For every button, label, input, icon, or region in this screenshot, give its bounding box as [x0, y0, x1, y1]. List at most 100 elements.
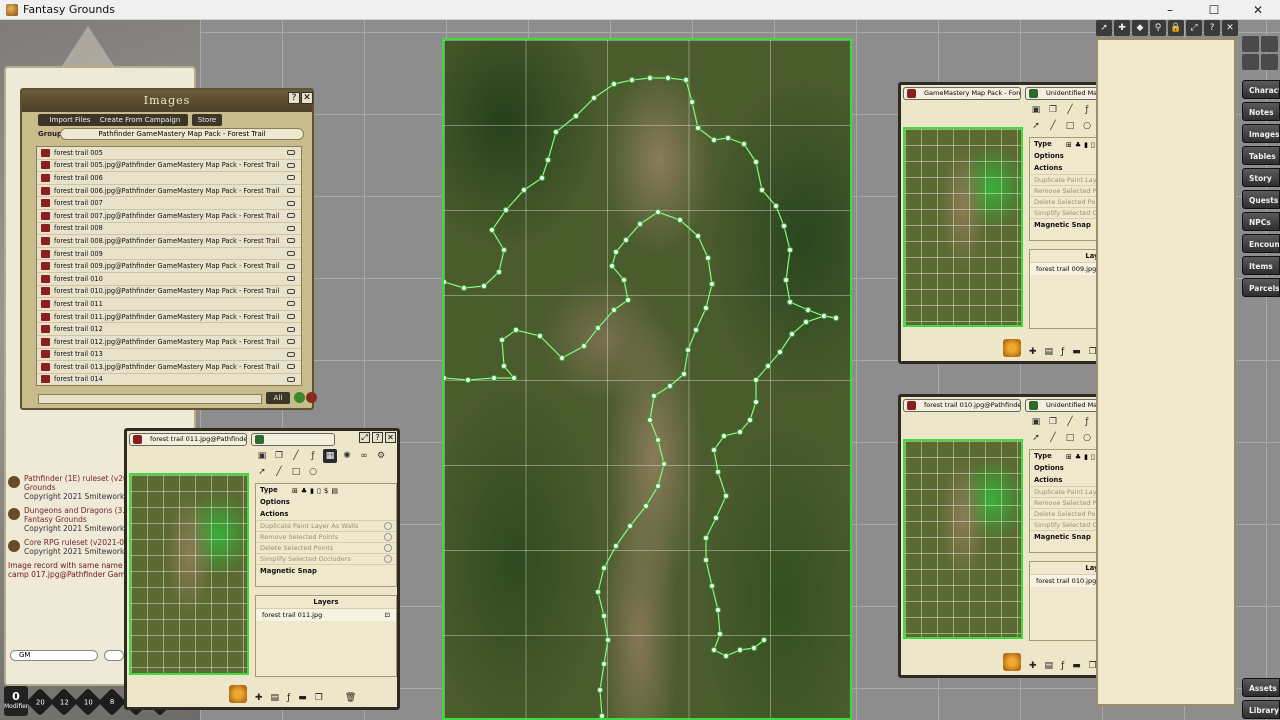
add-layer-icon[interactable]: ✚: [1029, 347, 1037, 357]
occluder-point[interactable]: [610, 80, 618, 88]
occluder-point[interactable]: [490, 374, 498, 382]
add-layer-icon[interactable]: ✚: [1029, 661, 1037, 671]
map-editor-window[interactable]: forest trail 011.jpg@Pathfinder Game⤢?✕ …: [124, 428, 400, 710]
image-list-item[interactable]: forest trail 006: [37, 172, 301, 185]
occluder-point[interactable]: [764, 362, 772, 370]
preview-icon[interactable]: [287, 301, 295, 307]
sidebar-tab-encounter[interactable]: Encounter: [1242, 234, 1280, 253]
occluder-point[interactable]: [660, 460, 668, 468]
occluder-point[interactable]: [604, 636, 612, 644]
circle-icon[interactable]: ○: [1080, 119, 1094, 133]
occluder-point[interactable]: [804, 306, 812, 314]
occluder-point[interactable]: [598, 712, 606, 718]
folder-icon[interactable]: ▬: [1072, 661, 1081, 671]
occluder-point[interactable]: [650, 392, 658, 400]
help-button[interactable]: ?: [288, 92, 300, 104]
occluder-point[interactable]: [760, 636, 768, 644]
occluder-point[interactable]: [488, 226, 496, 234]
occluder-point[interactable]: [720, 432, 728, 440]
occluder-point[interactable]: [620, 276, 628, 284]
occluder-point[interactable]: [684, 346, 692, 354]
occluder-point[interactable]: [444, 374, 448, 382]
occluder-point[interactable]: [594, 588, 602, 596]
sidebar-tool-icon[interactable]: [1242, 36, 1259, 52]
lock-icon[interactable]: ⊡: [385, 611, 390, 619]
preview-icon[interactable]: [287, 339, 295, 345]
add-icon[interactable]: [294, 392, 305, 403]
image-tab[interactable]: forest trail 010.jpg@Pathfinder Game: [903, 399, 1021, 412]
image-list[interactable]: forest trail 005 forest trail 005.jpg@Pat…: [36, 146, 302, 386]
preview-icon[interactable]: [287, 276, 295, 282]
sidebar-tool-icon[interactable]: [1261, 36, 1278, 52]
sidebar-tab-story[interactable]: Story: [1242, 168, 1280, 187]
target-tool-icon[interactable]: ✚: [1114, 20, 1130, 36]
light-icon[interactable]: ✺: [340, 449, 354, 463]
close-button[interactable]: ✕: [1236, 0, 1280, 20]
preview-icon[interactable]: [287, 200, 295, 206]
occluder-overlay[interactable]: [444, 40, 850, 718]
occluder-point[interactable]: [624, 296, 632, 304]
occluder-point[interactable]: [708, 280, 716, 288]
image-list-item[interactable]: forest trail 010.jpg@Pathfinder GameMast…: [37, 286, 301, 299]
copy-icon[interactable]: ❐: [272, 449, 286, 463]
occluder-point[interactable]: [498, 336, 506, 344]
mask-icon[interactable]: ∞: [357, 449, 371, 463]
map-preview[interactable]: [903, 439, 1023, 639]
image-list-item[interactable]: forest trail 013.jpg@Pathfinder GameMast…: [37, 361, 301, 374]
preview-icon[interactable]: [287, 376, 295, 382]
map-preview[interactable]: [903, 127, 1023, 327]
select-arrow-icon[interactable]: ➚: [255, 465, 269, 479]
delete-points-action[interactable]: Delete Selected Points: [256, 542, 396, 553]
occluder-point[interactable]: [688, 98, 696, 106]
occluder-point[interactable]: [600, 564, 608, 572]
search-input[interactable]: [38, 394, 262, 404]
occluder-point[interactable]: [680, 370, 688, 378]
settings-gear-icon[interactable]: [1003, 339, 1021, 357]
occluder-point[interactable]: [724, 134, 732, 142]
store-button[interactable]: Store: [192, 114, 222, 126]
occluder-point[interactable]: [736, 428, 744, 436]
occluder-point[interactable]: [772, 202, 780, 210]
select-arrow-icon[interactable]: ➚: [1029, 119, 1043, 133]
occluder-point[interactable]: [694, 232, 702, 240]
duplicate-walls-action[interactable]: Duplicate Paint Layer As Walls: [256, 520, 396, 531]
preview-icon[interactable]: [287, 288, 295, 294]
fx-icon[interactable]: ƒ: [1080, 415, 1094, 429]
image-list-item[interactable]: forest trail 011.jpg@Pathfinder GameMast…: [37, 311, 301, 324]
occluder-point[interactable]: [802, 318, 810, 326]
sidebar-tab-character[interactable]: Character: [1242, 80, 1280, 99]
window-type-icon[interactable]: $: [324, 487, 328, 495]
image-list-item[interactable]: forest trail 008: [37, 223, 301, 236]
occluder-point[interactable]: [788, 330, 796, 338]
preview-icon[interactable]: [287, 162, 295, 168]
pillar-type-icon[interactable]: ▮: [1084, 453, 1088, 461]
pillar-type-icon[interactable]: ▮: [310, 487, 314, 495]
map-preview[interactable]: [129, 473, 249, 675]
preview-icon[interactable]: [287, 225, 295, 231]
occluder-point[interactable]: [464, 376, 472, 384]
rectangle-icon[interactable]: □: [1063, 431, 1077, 445]
occluder-point[interactable]: [600, 660, 608, 668]
occluder-point[interactable]: [750, 644, 758, 652]
occluder-point[interactable]: [746, 416, 754, 424]
occluder-point[interactable]: [558, 354, 566, 362]
chat-mode-select[interactable]: [104, 650, 124, 661]
draw-line-icon[interactable]: ╱: [272, 465, 286, 479]
occluder-point[interactable]: [776, 348, 784, 356]
occluder-point[interactable]: [654, 208, 662, 216]
occluder-point[interactable]: [628, 76, 636, 84]
help-icon[interactable]: ?: [1204, 20, 1220, 36]
occluder-point[interactable]: [786, 298, 794, 306]
door-type-icon[interactable]: ▯: [1091, 453, 1095, 461]
image-name-tab[interactable]: [251, 433, 335, 446]
sidebar-tab-parcels[interactable]: Parcels: [1242, 278, 1280, 297]
chat-identity-select[interactable]: GM: [10, 650, 98, 661]
terrain-type-icon[interactable]: ▤: [331, 487, 338, 495]
paint-icon[interactable]: ▣: [255, 449, 269, 463]
sidebar-tab-npcs[interactable]: NPCs: [1242, 212, 1280, 231]
pointer-tool-icon[interactable]: ➚: [1096, 20, 1112, 36]
preview-icon[interactable]: [287, 326, 295, 332]
occluder-point[interactable]: [590, 94, 598, 102]
sidebar-tab-items[interactable]: Items: [1242, 256, 1280, 275]
expand-icon[interactable]: ⤢: [1186, 20, 1202, 36]
